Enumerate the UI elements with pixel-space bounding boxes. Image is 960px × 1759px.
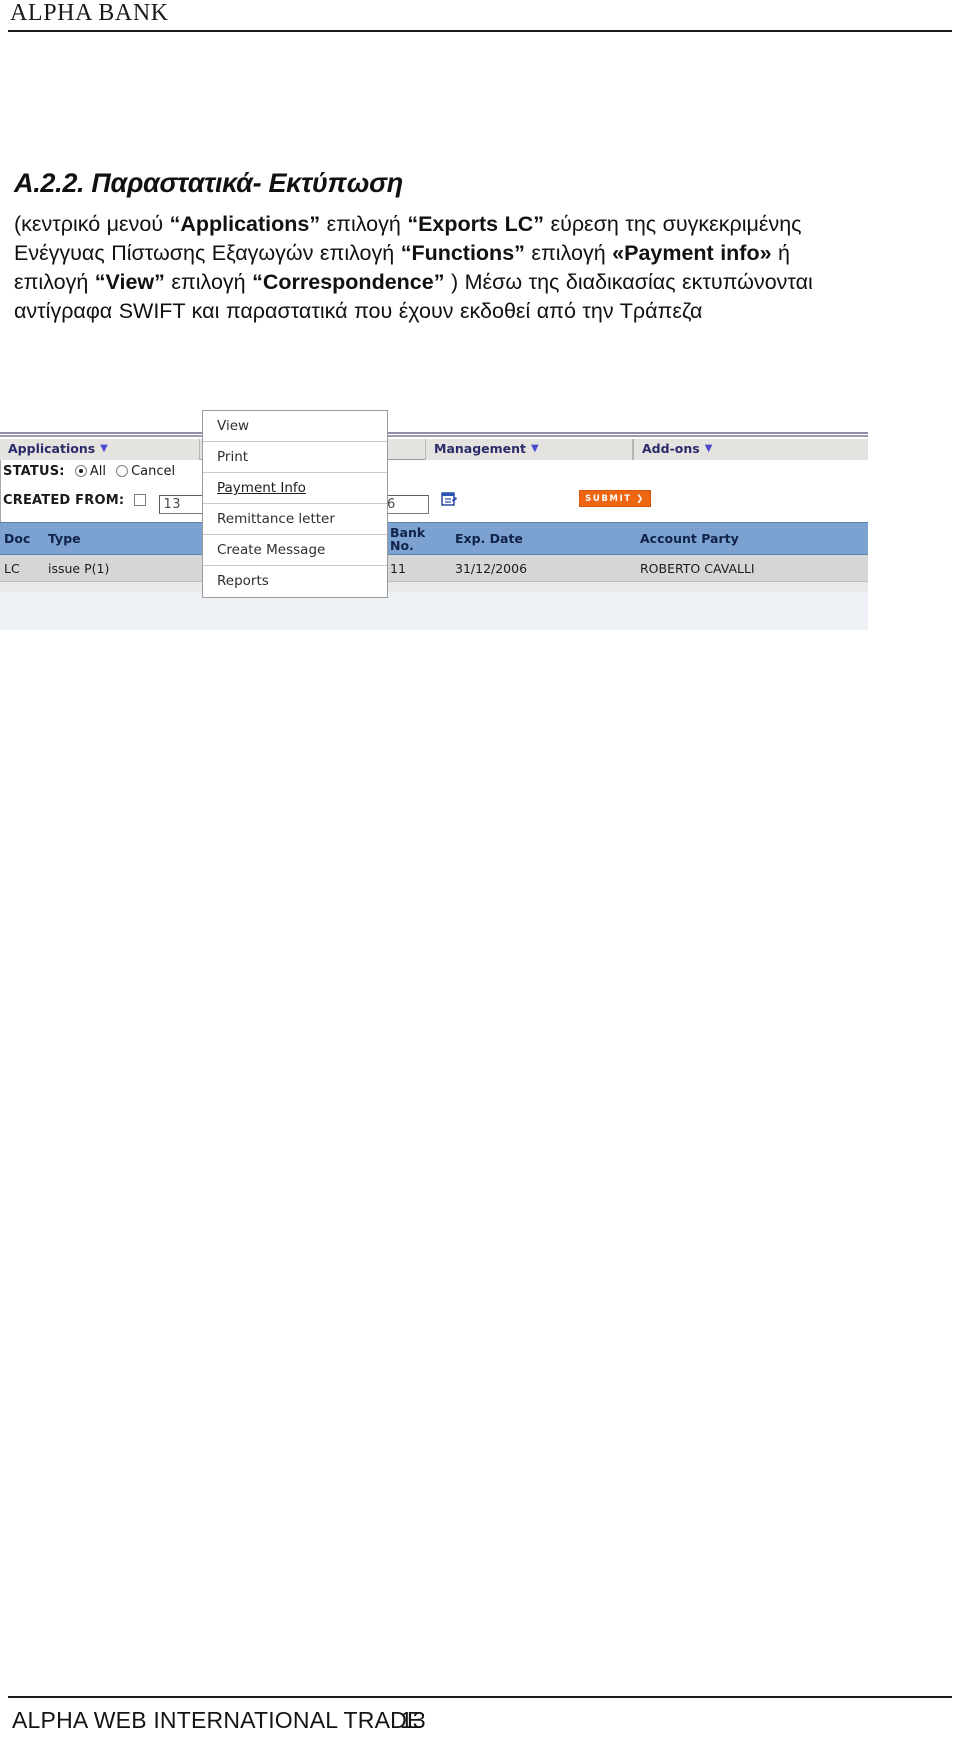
- calendar-icon[interactable]: [441, 491, 458, 507]
- app-top-rule: [0, 432, 868, 437]
- cell-doc: LC: [4, 560, 20, 576]
- paragraph-run-3: “Exports LC”: [407, 212, 545, 236]
- column-header-type: Type: [48, 531, 81, 546]
- radio-status-cancel[interactable]: [116, 465, 129, 477]
- chevron-down-icon: ▼: [100, 443, 108, 454]
- column-header-exp-date: Exp. Date: [455, 531, 523, 546]
- footer-divider: [8, 1696, 952, 1698]
- bank-name: ALPHA BANK: [10, 0, 169, 26]
- paragraph-run-0: (κεντρικό μενού: [14, 212, 170, 236]
- table-header-row: Doc Type Bank No. Exp. Date Account Part…: [0, 522, 868, 555]
- paragraph-run-9: “View”: [94, 270, 165, 294]
- page-header: ALPHA BANK: [0, 0, 960, 40]
- cell-type: issue P(1): [48, 560, 110, 576]
- applications-dropdown-menu[interactable]: View Print Payment Info Remittance letter Cr…: [202, 410, 388, 598]
- dropdown-item-print[interactable]: Print: [203, 442, 387, 473]
- chevron-down-icon: ▼: [531, 443, 539, 454]
- document-body: Α.2.2. Παραστατικά- Εκτύπωση (κεντρικό μ…: [14, 168, 894, 326]
- menu-addons-label: Add-ons: [642, 441, 700, 456]
- footer-title: ALPHA WEB INTERNATIONAL TRADE: [12, 1707, 423, 1733]
- page-footer: ALPHA WEB INTERNATIONAL TRADE 13: [0, 1689, 960, 1759]
- chevron-down-icon: ▼: [704, 443, 713, 454]
- radio-status-cancel-label: Cancel: [131, 464, 176, 479]
- embedded-app-screenshot: Applications ▼ Management ▼ Add-ons ▼ STATU…: [0, 402, 868, 630]
- column-header-bank-no: Bank No.: [390, 524, 426, 553]
- paragraph-run-11: “Correspondence”: [252, 270, 445, 294]
- cell-exp-date: 31/12/2006: [455, 560, 528, 576]
- submit-button[interactable]: SUBMIT ❯: [579, 490, 651, 507]
- created-from-checkbox[interactable]: [134, 494, 147, 506]
- dropdown-item-remittance-letter[interactable]: Remittance letter: [203, 504, 387, 535]
- radio-status-all[interactable]: [74, 465, 87, 477]
- column-header-account-party: Account Party: [640, 531, 739, 546]
- dropdown-item-reports[interactable]: Reports: [203, 566, 387, 597]
- page-number: 13: [400, 1707, 426, 1733]
- menu-management[interactable]: Management ▼: [425, 439, 633, 460]
- menu-addons[interactable]: Add-ons ▼: [633, 439, 868, 460]
- status-filter-row: STATUS: All Cancel: [3, 464, 175, 479]
- status-label: STATUS:: [3, 464, 65, 479]
- created-from-label: CREATED FROM:: [3, 493, 125, 508]
- cell-bank-no: 11: [390, 560, 406, 576]
- menu-applications[interactable]: Applications ▼: [0, 439, 200, 460]
- paragraph-run-7: «Payment info»: [612, 241, 772, 265]
- header-divider: [8, 30, 952, 32]
- paragraph-run-2: επιλογή: [320, 212, 408, 236]
- menu-applications-label: Applications: [8, 441, 96, 456]
- radio-status-all-label: All: [89, 464, 106, 479]
- results-table: Doc Type Bank No. Exp. Date Account Part…: [0, 522, 868, 592]
- app-menubar: Applications ▼ Management ▼ Add-ons ▼: [0, 439, 868, 460]
- cell-account-party: ROBERTO CAVALLI: [640, 560, 755, 576]
- section-heading: Α.2.2. Παραστατικά- Εκτύπωση: [14, 168, 403, 198]
- app-background-area: [0, 587, 868, 630]
- paragraph-run-1: “Applications”: [169, 212, 321, 236]
- table-footer-strip: [0, 582, 868, 592]
- paragraph-run-10: επιλογή: [164, 270, 253, 294]
- section-paragraph: (κεντρικό μενού “Applications” επιλογή “…: [14, 210, 866, 326]
- table-row[interactable]: LC issue P(1) 11 31/12/2006 ROBERTO CAVA…: [0, 555, 868, 582]
- dropdown-item-view[interactable]: View: [203, 411, 387, 442]
- app-canvas: Applications ▼ Management ▼ Add-ons ▼ STATU…: [0, 402, 868, 630]
- dropdown-item-payment-info[interactable]: Payment Info: [203, 473, 387, 504]
- paragraph-run-5: “Functions”: [400, 241, 525, 265]
- paragraph-run-6: επιλογή: [524, 241, 613, 265]
- dropdown-item-create-message[interactable]: Create Message: [203, 535, 387, 566]
- menu-management-label: Management: [434, 441, 527, 456]
- paragraph-run-12: ): [444, 270, 459, 294]
- column-header-doc: Doc: [4, 531, 31, 546]
- app-filter-strip: STATUS: All Cancel CREATED FROM: 13 27/1…: [0, 460, 868, 522]
